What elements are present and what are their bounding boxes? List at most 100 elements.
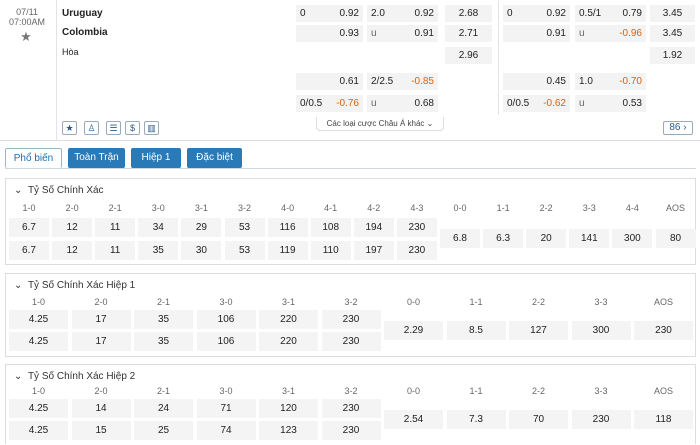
score-odd-home[interactable]: 4.25 xyxy=(9,310,68,329)
score-odd-draw[interactable]: 80 xyxy=(655,229,696,248)
r-ft-1x2-draw[interactable]: 1.92 xyxy=(650,47,695,64)
score-odd-home[interactable]: 220 xyxy=(259,310,318,329)
section-correct-score: ⌄ Tỷ Số Chính Xác 1-0 6.7 6.7 2-0 12 12 2-1 11 1… xyxy=(5,178,696,265)
score-odd-away[interactable]: 11 xyxy=(95,241,136,260)
score-odd-away[interactable]: 17 xyxy=(71,332,131,351)
score-odd-draw[interactable]: 127 xyxy=(509,321,568,340)
ft-1x2-home[interactable]: 2.68 xyxy=(445,5,492,22)
score-odd-home[interactable]: 29 xyxy=(181,218,222,237)
r-h1-hdp-row2[interactable]: 0/0.5 -0.62 xyxy=(503,95,570,112)
shirt-icon[interactable]: ♙ xyxy=(84,121,99,135)
tab-popular[interactable]: Phổ biến xyxy=(5,148,62,168)
score-header: 2-0 xyxy=(94,297,108,307)
score-odd-home[interactable]: 34 xyxy=(138,218,179,237)
score-odd-away[interactable]: 35 xyxy=(138,241,179,260)
r-ft-1x2-home[interactable]: 3.45 xyxy=(650,5,695,22)
ft-1x2-draw[interactable]: 2.96 xyxy=(445,47,492,64)
score-odd-away[interactable]: 53 xyxy=(224,241,265,260)
score-odd-away[interactable]: 119 xyxy=(267,241,308,260)
score-odd-away[interactable]: 123 xyxy=(259,421,318,440)
score-odd-away[interactable]: 15 xyxy=(71,421,131,440)
score-odd-home[interactable]: 53 xyxy=(224,218,265,237)
score-odd-home[interactable]: 6.7 xyxy=(9,218,49,237)
tab-first-half[interactable]: Hiệp 1 xyxy=(131,148,181,168)
score-odd-home[interactable]: 108 xyxy=(310,218,351,237)
ft-ou-row1[interactable]: 2.0 0.92 xyxy=(367,5,438,22)
odds-count-badge[interactable]: 86 › xyxy=(663,121,693,135)
h1-ou-row1[interactable]: 2/2.5 -0.85 xyxy=(367,73,438,90)
score-header: 1-0 xyxy=(31,386,45,396)
score-odd-away[interactable]: 6.7 xyxy=(9,241,49,260)
score-odd-away[interactable]: 230 xyxy=(321,332,381,351)
score-odd-home[interactable]: 24 xyxy=(134,399,193,418)
r-h1-ou-row1[interactable]: 1.0 -0.70 xyxy=(575,73,646,90)
score-odd-away[interactable]: 35 xyxy=(134,332,193,351)
stats-table-icon[interactable]: ☰ xyxy=(106,121,121,135)
score-odd-home[interactable]: 116 xyxy=(267,218,308,237)
ft-ou-row2[interactable]: u 0.91 xyxy=(367,25,438,42)
dollar-icon[interactable]: $ xyxy=(125,121,140,135)
score-odd-away[interactable]: 220 xyxy=(259,332,318,351)
score-odd-draw[interactable]: 20 xyxy=(526,229,567,248)
score-odd-away[interactable]: 4.25 xyxy=(9,332,68,351)
score-odd-draw[interactable]: 300 xyxy=(571,321,631,340)
r-ft-ou-row1[interactable]: 0.5/1 0.79 xyxy=(575,5,646,22)
ft-hdp-row1[interactable]: 0 0.92 xyxy=(296,5,363,22)
more-bets-link[interactable]: Các loại cược Châu Á khác ⌄ xyxy=(316,117,444,131)
score-odd-away[interactable]: 106 xyxy=(196,332,256,351)
score-odd-draw[interactable]: 8.5 xyxy=(446,321,506,340)
score-odd-draw[interactable]: 141 xyxy=(569,229,610,248)
score-odd-draw[interactable]: 7.3 xyxy=(446,410,506,429)
tab-full-match[interactable]: Toàn Trận xyxy=(68,148,125,168)
score-odd-home[interactable]: 230 xyxy=(396,218,437,237)
star-icon[interactable]: ★ xyxy=(62,121,77,135)
r-ft-1x2-away[interactable]: 3.45 xyxy=(650,25,695,42)
score-odd-home[interactable]: 120 xyxy=(259,399,318,418)
score-header: 2-1 xyxy=(108,203,122,213)
ft-hdp-row2[interactable]: 0.93 xyxy=(296,25,363,42)
score-odd-away[interactable]: 230 xyxy=(396,241,437,260)
score-odd-away[interactable]: 4.25 xyxy=(9,421,68,440)
score-odd-draw[interactable]: 118 xyxy=(634,410,693,429)
score-odd-away[interactable]: 30 xyxy=(181,241,222,260)
r-ft-ou-row2[interactable]: u -0.96 xyxy=(575,25,646,42)
score-odd-away[interactable]: 25 xyxy=(134,421,193,440)
score-odd-home[interactable]: 12 xyxy=(52,218,93,237)
r-ft-hdp-row2[interactable]: 0.91 xyxy=(503,25,570,42)
score-odd-draw[interactable]: 70 xyxy=(509,410,568,429)
r-h1-hdp-row1[interactable]: 0.45 xyxy=(503,73,570,90)
bar-chart-icon[interactable]: ▥ xyxy=(144,121,159,135)
score-odd-home[interactable]: 106 xyxy=(196,310,256,329)
score-odd-draw[interactable]: 6.8 xyxy=(440,229,480,248)
score-odd-home[interactable]: 17 xyxy=(71,310,131,329)
score-odd-home[interactable]: 230 xyxy=(321,399,381,418)
r-h1-ou-row2[interactable]: u 0.53 xyxy=(575,95,646,112)
score-odd-home[interactable]: 14 xyxy=(71,399,131,418)
score-odd-draw[interactable]: 230 xyxy=(571,410,631,429)
favorite-star-icon[interactable]: ★ xyxy=(18,29,34,45)
r-ft-hdp-away-odd: 0.91 xyxy=(546,28,566,39)
r-ft-hdp-row1[interactable]: 0 0.92 xyxy=(503,5,570,22)
score-odd-home[interactable]: 230 xyxy=(321,310,381,329)
h1-hdp-row1[interactable]: 0.61 xyxy=(296,73,363,90)
score-odd-away[interactable]: 74 xyxy=(196,421,256,440)
score-odd-away[interactable]: 12 xyxy=(52,241,93,260)
score-odd-draw[interactable]: 300 xyxy=(612,229,653,248)
score-odd-home[interactable]: 35 xyxy=(134,310,193,329)
score-odd-draw[interactable]: 230 xyxy=(634,321,693,340)
score-odd-draw[interactable]: 6.3 xyxy=(483,229,524,248)
score-odd-away[interactable]: 197 xyxy=(353,241,394,260)
h1-ou-row2[interactable]: u 0.68 xyxy=(367,95,438,112)
score-odd-away[interactable]: 230 xyxy=(321,421,381,440)
score-odd-draw[interactable]: 2.54 xyxy=(384,410,443,429)
tab-special[interactable]: Đặc biệt xyxy=(187,148,242,168)
score-odd-home[interactable]: 4.25 xyxy=(9,399,68,418)
score-odd-home[interactable]: 11 xyxy=(95,218,136,237)
score-odd-away[interactable]: 110 xyxy=(310,241,351,260)
score-header: 0-0 xyxy=(406,386,420,396)
score-odd-draw[interactable]: 2.29 xyxy=(384,321,443,340)
ft-1x2-away[interactable]: 2.71 xyxy=(445,25,492,42)
h1-hdp-row2[interactable]: 0/0.5 -0.76 xyxy=(296,95,363,112)
score-odd-home[interactable]: 194 xyxy=(353,218,394,237)
score-odd-home[interactable]: 71 xyxy=(196,399,256,418)
